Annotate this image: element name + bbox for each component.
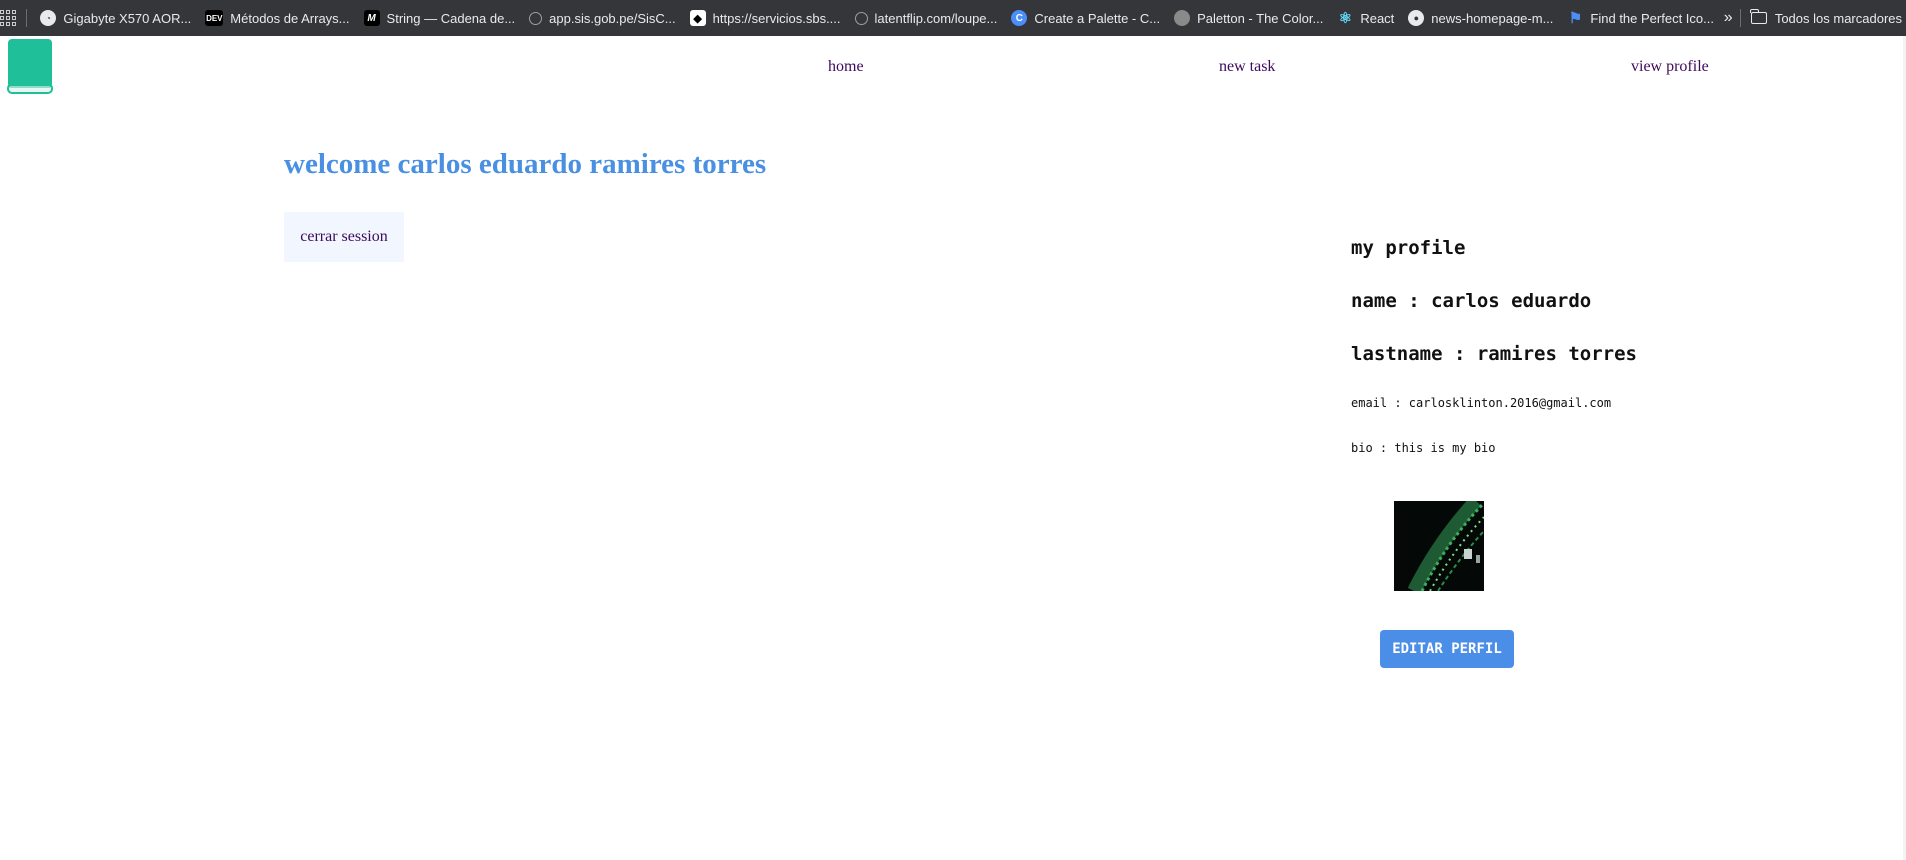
bookmark-label: Find the Perfect Ico... xyxy=(1590,10,1714,26)
profile-name: name : carlos eduardo xyxy=(1351,290,1592,312)
nav-new-task-link[interactable]: new task xyxy=(1219,58,1275,76)
flag-icon: ⚑ xyxy=(1568,10,1583,27)
logout-button[interactable]: cerrar session xyxy=(284,212,404,262)
bookmarks-bar: ◔ Gigabyte X570 AOR... DEV Métodos de Ar… xyxy=(0,0,1906,36)
bookmark-label: news-homepage-m... xyxy=(1431,10,1554,26)
bookmark-item[interactable]: C Create a Palette - C... xyxy=(1005,4,1166,32)
bookmark-label: String — Cadena de... xyxy=(386,10,516,26)
bookmark-item[interactable]: ◔ Gigabyte X570 AOR... xyxy=(34,4,197,32)
dev-logo-icon: DEV xyxy=(205,10,224,26)
profile-title: my profile xyxy=(1351,237,1466,259)
profile-lastname: lastname : ramires torres xyxy=(1351,343,1637,365)
chevron-double-right-icon[interactable]: » xyxy=(1722,9,1734,27)
all-bookmarks-folder[interactable]: Todos los marcadores xyxy=(1750,9,1906,26)
sbs-logo-icon: ◆ xyxy=(689,10,706,26)
nav-home-link[interactable]: home xyxy=(828,58,864,76)
paletton-logo-icon xyxy=(1174,10,1191,26)
gauge-icon: ◔ xyxy=(40,10,57,26)
bookmark-label: Métodos de Arrays... xyxy=(230,10,350,26)
bookmark-label: React xyxy=(1360,10,1395,26)
bookmark-item[interactable]: app.sis.gob.pe/SisC... xyxy=(523,4,681,32)
bookmark-label: Gigabyte X570 AOR... xyxy=(63,10,192,26)
bookmark-item[interactable]: ⚛ React xyxy=(1331,4,1400,32)
apps-grid-icon xyxy=(0,10,16,26)
edit-profile-button[interactable]: EDITAR PERFIL xyxy=(1380,630,1514,668)
bookmark-item[interactable]: ⚑ Find the Perfect Ico... xyxy=(1561,4,1720,32)
bookmark-item[interactable]: latentflip.com/loupe... xyxy=(849,4,1004,32)
bookmark-item[interactable]: ◆ https://servicios.sbs.... xyxy=(684,4,847,32)
bookmark-item[interactable]: Paletton - The Color... xyxy=(1168,4,1329,32)
bookmark-label: latentflip.com/loupe... xyxy=(874,10,998,26)
globe-icon xyxy=(529,11,543,25)
bookmark-label: Create a Palette - C... xyxy=(1034,10,1161,26)
bookmark-label: app.sis.gob.pe/SisC... xyxy=(549,10,676,26)
book-logo-icon[interactable] xyxy=(7,38,53,94)
apps-button[interactable] xyxy=(0,0,16,36)
bookmark-label: https://servicios.sbs.... xyxy=(712,10,841,26)
avatar-image xyxy=(1394,501,1484,591)
profile-email: email : carlosklinton.2016@gmail.com xyxy=(1351,396,1612,410)
nav-view-profile-link[interactable]: view profile xyxy=(1631,58,1709,76)
profile-bio: bio : this is my bio xyxy=(1351,441,1496,455)
folder-icon xyxy=(1750,9,1767,24)
bookmark-item[interactable]: M String — Cadena de... xyxy=(358,4,522,32)
bookmark-item[interactable]: DEV Métodos de Arrays... xyxy=(199,4,355,32)
folder-label: Todos los marcadores xyxy=(1774,10,1902,26)
globe-icon xyxy=(854,11,868,25)
bookmark-item[interactable]: ● news-homepage-m... xyxy=(1402,4,1559,32)
coolors-logo-icon: C xyxy=(1011,10,1028,26)
github-logo-icon: ● xyxy=(1408,10,1425,26)
mdn-logo-icon: M xyxy=(363,10,380,26)
profile-avatar xyxy=(1394,501,1484,591)
welcome-heading: welcome carlos eduardo ramires torres xyxy=(284,148,767,180)
bookmark-label: Paletton - The Color... xyxy=(1197,10,1324,26)
react-logo-icon: ⚛ xyxy=(1338,10,1353,27)
